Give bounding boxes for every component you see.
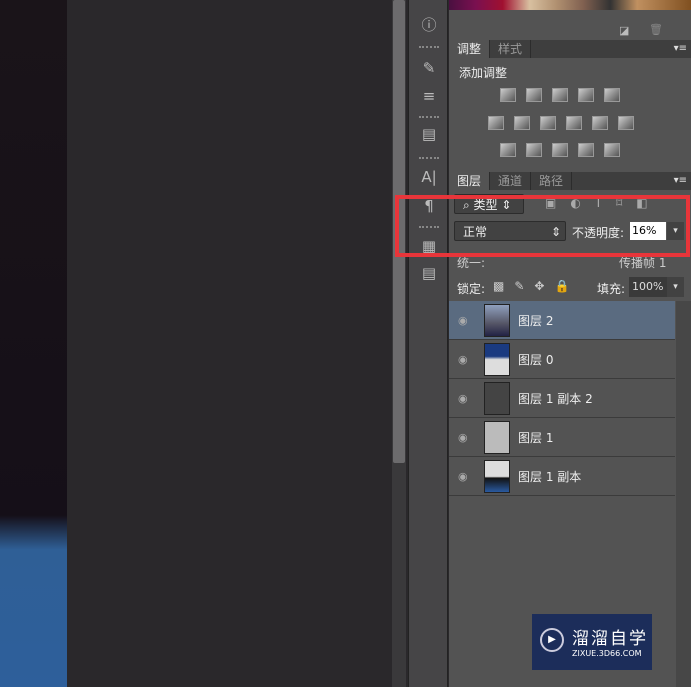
new-swatch-icon[interactable]: ◪	[619, 24, 629, 37]
layer-name: 图层 0	[518, 353, 554, 367]
highlight-box	[395, 195, 690, 257]
layer-name: 图层 1	[518, 431, 554, 445]
brightness-icon[interactable]	[500, 88, 516, 102]
eye-icon[interactable]: ◉	[458, 392, 468, 405]
brush-presets-icon[interactable]: ✎	[419, 58, 439, 78]
eye-icon[interactable]: ◉	[458, 431, 468, 444]
photo-filter-icon[interactable]	[566, 116, 582, 130]
color-balance-icon[interactable]	[514, 116, 530, 130]
panel-menu-icon[interactable]: ▾≡	[674, 43, 687, 54]
layers-scrollbar[interactable]	[676, 301, 691, 687]
trash-icon[interactable]: 🗑	[649, 23, 663, 36]
lock-label: 锁定:	[457, 282, 486, 296]
tab-adjustments[interactable]: 调整	[449, 40, 491, 58]
gradient-map-icon[interactable]	[604, 143, 620, 157]
grip[interactable]	[419, 157, 439, 159]
eye-icon[interactable]: ◉	[458, 314, 468, 327]
invert-icon[interactable]	[500, 143, 516, 157]
watermark-url: ZIXUE.3D66.COM	[572, 649, 642, 658]
posterize-icon[interactable]	[526, 143, 542, 157]
adjust-icons-row2	[483, 116, 639, 133]
eye-icon[interactable]: ◉	[458, 353, 468, 366]
layer-thumbnail	[484, 460, 510, 493]
fill-input[interactable]: 100%	[629, 277, 667, 297]
right-panel: ◪ 🗑 调整 样式 ▾≡ 添加调整 图层 通道 路径 ▾≡ ⌕ 类型 ⇕ ▣◐T…	[449, 0, 691, 687]
play-icon: ▶	[540, 628, 564, 652]
tab-layers[interactable]: 图层	[449, 172, 491, 190]
exposure-icon[interactable]	[578, 88, 594, 102]
adjust-tabs: 调整 样式 ▾≡	[449, 40, 691, 58]
adjust-icons-row1	[495, 88, 625, 105]
tab-channels[interactable]: 通道	[490, 172, 532, 190]
layer-row[interactable]: ◉ 图层 0	[449, 340, 675, 379]
grip[interactable]	[419, 116, 439, 118]
eye-icon[interactable]: ◉	[458, 470, 468, 483]
threshold-icon[interactable]	[552, 143, 568, 157]
channel-mixer-icon[interactable]	[592, 116, 608, 130]
layer-name: 图层 1 副本	[518, 470, 582, 484]
layers-list: ◉ 图层 2 ◉ 图层 0 ◉ 图层 1 副本 2 ◉ 图层 1 ◉ 图层 1 副本	[449, 301, 675, 501]
grip[interactable]	[419, 46, 439, 48]
info-icon[interactable]: ⓘ	[419, 15, 439, 35]
layer-thumbnail	[484, 343, 510, 376]
hue-saturation-icon[interactable]	[488, 116, 504, 130]
tab-paths[interactable]: 路径	[531, 172, 573, 190]
layer-thumbnail	[484, 421, 510, 454]
curves-icon[interactable]	[552, 88, 568, 102]
layer-row[interactable]: ◉ 图层 1 副本	[449, 457, 675, 496]
fill-dropdown[interactable]: ▾	[667, 277, 684, 297]
black-white-icon[interactable]	[540, 116, 556, 130]
notes-icon[interactable]: ▤	[419, 263, 439, 283]
watermark: ▶ 溜溜自学 ZIXUE.3D66.COM	[532, 614, 652, 670]
layer-row[interactable]: ◉ 图层 1	[449, 418, 675, 457]
layer-row[interactable]: ◉ 图层 2	[449, 301, 675, 340]
canvas-area[interactable]	[67, 0, 393, 687]
selective-color-icon[interactable]	[578, 143, 594, 157]
fill-label: 填充:	[597, 282, 626, 296]
layer-thumbnail	[484, 382, 510, 415]
layer-row[interactable]: ◉ 图层 1 副本 2	[449, 379, 675, 418]
tab-styles[interactable]: 样式	[490, 40, 532, 58]
levels-icon[interactable]	[526, 88, 542, 102]
adjust-icons-row3	[495, 143, 625, 160]
layer-name: 图层 1 副本 2	[518, 392, 593, 406]
canvas-image	[0, 0, 67, 687]
clone-source-icon[interactable]: ▤	[419, 124, 439, 144]
panel-icon-strip: ⓘ ✎ ≡ ▤ A| ¶ ▦ ▤	[408, 0, 448, 687]
watermark-title: 溜溜自学	[572, 629, 648, 649]
color-lookup-icon[interactable]	[618, 116, 634, 130]
swatches[interactable]	[449, 0, 691, 10]
lock-icons[interactable]: ▩✎✥🔒	[493, 279, 579, 293]
character-icon[interactable]: A|	[419, 167, 439, 187]
panel-menu-icon[interactable]: ▾≡	[674, 175, 687, 186]
layer-name: 图层 2	[518, 314, 554, 328]
brush-icon[interactable]: ≡	[419, 86, 439, 106]
layers-tabs: 图层 通道 路径 ▾≡	[449, 172, 691, 190]
vibrance-icon[interactable]	[604, 88, 620, 102]
adjust-title: 添加调整	[459, 66, 508, 80]
layer-thumbnail	[484, 304, 510, 337]
